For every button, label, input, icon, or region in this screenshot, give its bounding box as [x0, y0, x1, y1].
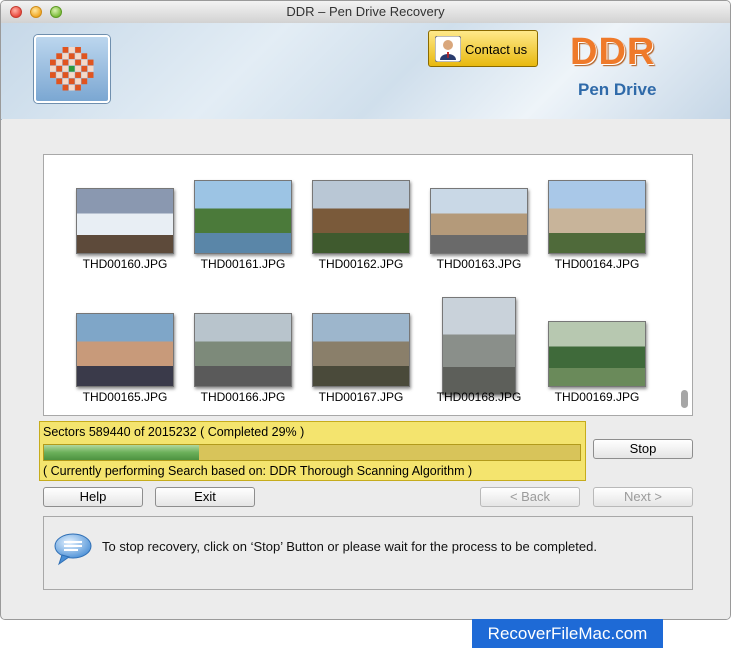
app-logo	[34, 35, 110, 103]
thumbnail-image	[194, 313, 292, 387]
brand-title: DDR	[570, 31, 656, 73]
file-thumbnail[interactable]: THD00161.JPG	[184, 164, 302, 292]
thumbnail-filename: THD00169.JPG	[554, 390, 640, 404]
brand-subtitle: Pen Drive	[578, 80, 657, 99]
person-icon	[435, 36, 461, 62]
file-thumbnail[interactable]: THD00160.JPG	[66, 164, 184, 292]
app-window: DDR – Pen Drive Recovery Contact us DDR …	[0, 0, 731, 620]
thumbnail-image	[442, 297, 516, 395]
progress-bar	[43, 444, 581, 461]
stop-button[interactable]: Stop	[593, 439, 693, 459]
progress-panel: Sectors 589440 of 2015232 ( Completed 29…	[39, 421, 586, 481]
main-content: THD00160.JPG THD00161.JPG THD00162.JPG THD0…	[2, 119, 730, 619]
thumbnail-filename: THD00164.JPG	[554, 257, 640, 271]
back-button[interactable]: < Back	[480, 487, 580, 507]
next-button[interactable]: Next >	[593, 487, 693, 507]
checkered-logo-icon	[50, 47, 94, 91]
info-message: To stop recovery, click on ‘Stop’ Button…	[102, 539, 597, 554]
website-badge[interactable]: RecoverFileMac.com	[472, 619, 663, 648]
thumbnail-image	[548, 180, 646, 254]
thumbnail-image	[312, 313, 410, 387]
file-thumbnail[interactable]: THD00162.JPG	[302, 164, 420, 292]
file-thumbnail[interactable]: THD00167.JPG	[302, 297, 420, 415]
thumbnail-image	[548, 321, 646, 387]
help-button[interactable]: Help	[43, 487, 143, 507]
thumbnail-filename: THD00162.JPG	[318, 257, 404, 271]
recovered-files-grid[interactable]: THD00160.JPG THD00161.JPG THD00162.JPG THD0…	[43, 154, 693, 416]
file-thumbnail[interactable]: THD00164.JPG	[538, 164, 656, 292]
progress-bar-fill	[44, 445, 200, 460]
file-thumbnail[interactable]: THD00169.JPG	[538, 297, 656, 415]
speech-bubble-icon	[54, 533, 92, 566]
thumbnail-filename: THD00163.JPG	[436, 257, 522, 271]
window-title: DDR – Pen Drive Recovery	[286, 4, 445, 19]
file-thumbnail[interactable]: THD00166.JPG	[184, 297, 302, 415]
contact-us-button[interactable]: Contact us	[428, 30, 538, 67]
contact-us-label: Contact us	[465, 42, 528, 57]
title-bar: DDR – Pen Drive Recovery	[1, 1, 730, 24]
exit-button[interactable]: Exit	[155, 487, 255, 507]
file-thumbnail[interactable]: THD00163.JPG	[420, 164, 538, 292]
file-thumbnail[interactable]: THD00168.JPG	[420, 297, 538, 415]
thumbnail-filename: THD00168.JPG	[436, 390, 522, 404]
thumbnail-image	[430, 188, 528, 254]
thumbnail-filename: THD00160.JPG	[82, 257, 168, 271]
thumbnail-filename: THD00167.JPG	[318, 390, 404, 404]
scan-algorithm-text: ( Currently performing Search based on: …	[43, 464, 473, 478]
thumbnail-filename: THD00161.JPG	[200, 257, 286, 271]
thumbnail-filename: THD00165.JPG	[82, 390, 168, 404]
vertical-scrollbar[interactable]	[681, 390, 688, 408]
info-panel: To stop recovery, click on ‘Stop’ Button…	[43, 516, 693, 590]
thumbnail-image	[76, 313, 174, 387]
thumbnail-image	[194, 180, 292, 254]
file-thumbnail[interactable]: THD00165.JPG	[66, 297, 184, 415]
thumbnail-image	[76, 188, 174, 254]
sector-progress-text: Sectors 589440 of 2015232 ( Completed 29…	[43, 425, 305, 439]
header-banner: Contact us DDR Pen Drive	[1, 23, 730, 120]
thumbnail-filename: THD00166.JPG	[200, 390, 286, 404]
thumbnail-image	[312, 180, 410, 254]
